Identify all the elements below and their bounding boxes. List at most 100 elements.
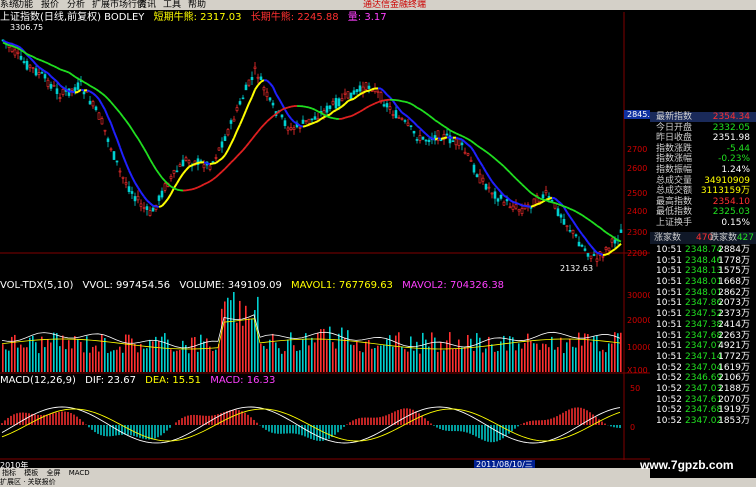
short-bull-bear-line	[494, 184, 499, 190]
short-bull-bear-line	[380, 87, 385, 93]
long-bull-bear-line	[287, 105, 292, 109]
tab-template[interactable]: 模板	[24, 469, 38, 477]
long-bull-bear-line	[233, 155, 238, 161]
short-bull-bear-line	[140, 191, 145, 198]
short-bull-bear-line	[497, 188, 502, 193]
short-bull-bear-line	[407, 116, 412, 121]
long-bull-bear-line	[428, 114, 433, 119]
volume-bar	[68, 340, 70, 372]
short-bull-bear-line	[584, 237, 589, 243]
volume-bar	[422, 332, 424, 372]
long-bull-bear-line	[155, 168, 160, 175]
tick-time: 10:51	[656, 298, 682, 309]
volume-bar	[356, 341, 358, 372]
short-bull-bear-line	[617, 243, 622, 248]
volume-bar	[62, 335, 64, 372]
candle-body	[466, 153, 470, 156]
volume-bar	[284, 351, 286, 372]
short-bull-bear-line	[455, 136, 460, 140]
volume-bar	[116, 349, 118, 372]
short-bull-bear-line	[596, 251, 601, 255]
volume-bar	[143, 348, 145, 372]
quote-label: 最低指数	[656, 207, 693, 218]
long-bull-bear-line	[14, 46, 19, 50]
volume-bar	[227, 297, 229, 372]
long-bull-bear-line	[284, 106, 289, 110]
long-bull-bear-line	[548, 200, 553, 204]
price-axis-label: 2700	[627, 145, 647, 154]
long-bull-bear-line	[32, 55, 37, 60]
volume-bar	[299, 350, 301, 372]
long-bull-bear-line	[554, 202, 559, 206]
quote-value: 0.15%	[721, 217, 750, 228]
short-bull-bear-line	[41, 68, 46, 73]
long-bull-bear-line	[209, 178, 214, 183]
volume-bar	[110, 351, 112, 372]
volume-bar	[446, 340, 448, 372]
volume-bar	[560, 337, 562, 372]
long-bull-bear-line	[188, 188, 193, 191]
long-bull-bear-line	[206, 180, 211, 184]
tab-macd[interactable]: MACD	[69, 469, 90, 477]
short-bull-bear-line	[368, 88, 373, 92]
volume-bar	[368, 340, 370, 372]
candle-body	[502, 201, 506, 206]
candle-body	[364, 82, 368, 90]
long-bull-bear-line	[461, 135, 466, 139]
candle-body	[481, 177, 485, 182]
candle-body	[571, 229, 575, 234]
long-bull-bear-line	[260, 123, 265, 129]
candle-body	[112, 151, 116, 160]
volume-bar	[173, 351, 175, 372]
tick-price: 2348.74	[685, 245, 723, 255]
volume-bar	[320, 329, 322, 372]
long-bull-bear-line	[191, 187, 196, 191]
long-bull-bear-line	[611, 235, 616, 240]
tick-price: 2347.86	[685, 298, 723, 309]
volume-bar	[65, 349, 67, 372]
short-bull-bear-line	[413, 121, 418, 127]
candle-body	[559, 214, 563, 218]
candle-body	[580, 244, 584, 247]
long-bull-bear-line	[425, 112, 430, 117]
long-bull-bear-line	[263, 120, 268, 126]
volume-bar	[236, 322, 238, 372]
candle-body	[352, 90, 356, 95]
volume-bar	[620, 332, 622, 372]
volume-bar	[191, 337, 193, 372]
candle-body	[346, 91, 350, 99]
long-bull-bear-line	[134, 133, 139, 139]
tab-fullscreen[interactable]: 全屏	[46, 469, 60, 477]
short-bull-bear-line	[86, 89, 91, 93]
candle-body	[40, 72, 44, 74]
long-bull-bear-line	[356, 110, 361, 115]
long-bull-bear-line	[551, 201, 556, 204]
candle-body	[142, 207, 146, 209]
tab-indicator[interactable]: 指标	[2, 469, 16, 477]
volume-bar	[392, 346, 394, 372]
short-bull-bear-line	[155, 205, 160, 208]
short-bull-bear-line	[422, 130, 427, 135]
candle-body	[262, 87, 266, 91]
short-bull-bear-line	[161, 201, 166, 207]
tick-price: 2346.69	[685, 373, 723, 384]
volume-bar	[233, 292, 235, 372]
long-bull-bear-line	[488, 153, 493, 157]
short-bull-bear-line	[479, 161, 484, 168]
long-bull-bear-line	[539, 197, 544, 201]
long-bull-bear-line	[200, 183, 205, 187]
candle-body	[22, 61, 26, 64]
tick-amount: 1853万	[718, 416, 750, 426]
candle-body	[178, 164, 182, 167]
long-bull-bear-line	[596, 224, 601, 229]
tick-row: 10:51 2348.13 1575万	[650, 266, 756, 277]
tick-row: 10:51 2347.14 1772万	[650, 352, 756, 363]
long-bull-bear-line	[371, 102, 376, 106]
kline-chart-area[interactable]: 3306.75 2132.63 2845.5 2700 2600 2500 2400 230…	[0, 0, 650, 460]
volume-bar	[590, 342, 592, 372]
long-bull-bear-line	[203, 182, 208, 186]
volume-bar	[59, 346, 61, 372]
long-bull-bear-line	[524, 186, 529, 191]
candle-body	[13, 49, 17, 56]
short-bull-bear-line	[113, 131, 118, 140]
